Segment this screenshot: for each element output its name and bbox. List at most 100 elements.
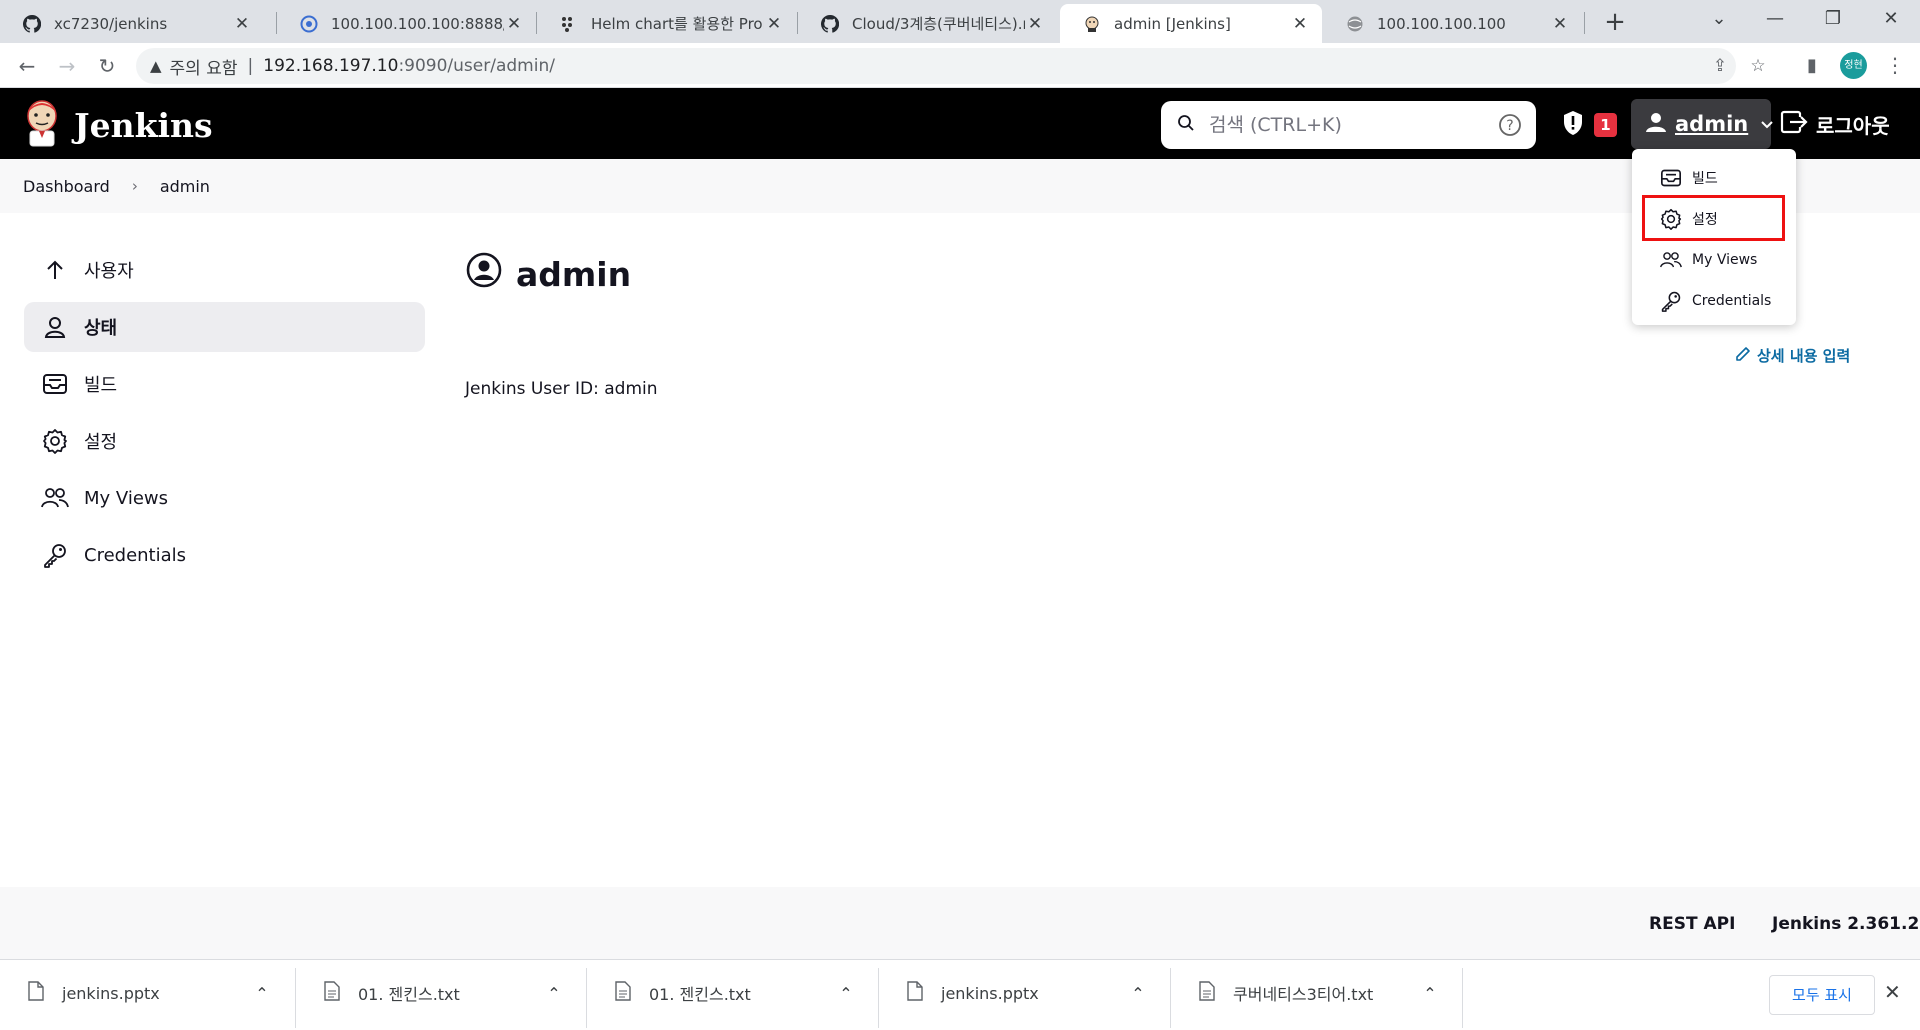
download-filename: jenkins.pptx [941, 983, 1039, 1003]
rest-api-link[interactable]: REST API [1649, 914, 1735, 934]
jenkins-header: Jenkins ? 1 admin 로그아웃 [0, 88, 1920, 159]
close-tab-icon[interactable]: ✕ [1025, 14, 1045, 34]
page-title: admin [466, 252, 631, 296]
sidebar-item-label: 상태 [84, 318, 118, 339]
bookmark-star-icon[interactable]: ☆ [1742, 48, 1774, 84]
user-menu-button[interactable]: admin [1631, 99, 1774, 149]
tab-search-icon[interactable]: ⌄ [1696, 0, 1742, 40]
inbox-icon [1660, 167, 1682, 189]
github-icon [820, 14, 840, 34]
profile-avatar[interactable]: 정현 [1840, 52, 1867, 79]
pencil-icon [1735, 346, 1751, 366]
download-filename: jenkins.pptx [62, 983, 160, 1003]
jenkins-version-link[interactable]: Jenkins 2.361.2 [1772, 914, 1919, 934]
search-help-icon[interactable]: ? [1498, 113, 1522, 141]
search-input[interactable] [1209, 114, 1479, 136]
chevron-up-icon[interactable]: ⌃ [542, 984, 566, 1003]
chevron-up-icon[interactable]: ⌃ [1418, 984, 1442, 1003]
side-panel-icon[interactable]: ▮ [1795, 49, 1829, 83]
download-item[interactable]: 쿠버네티스3티어.txt ⌃ [1171, 960, 1462, 1026]
browser-tab-active[interactable]: admin [Jenkins] ✕ [1060, 4, 1322, 43]
window-close-icon[interactable]: ✕ [1868, 0, 1914, 40]
sidebar-item-label: Credentials [84, 544, 187, 566]
chevron-up-icon[interactable]: ⌃ [834, 984, 858, 1003]
key-icon [40, 540, 70, 570]
sidebar-item-label: 빌드 [84, 375, 118, 396]
text-file-icon [615, 981, 631, 1005]
text-file-icon [324, 981, 340, 1005]
forward-icon[interactable]: → [50, 49, 84, 83]
sidebar-item-settings[interactable]: 설정 [24, 416, 425, 466]
show-all-downloads-button[interactable]: 모두 표시 [1769, 975, 1875, 1015]
close-download-shelf-icon[interactable]: ✕ [1884, 980, 1901, 1004]
share-icon[interactable]: ⇪ [1704, 48, 1736, 84]
restore-icon[interactable]: ❐ [1810, 0, 1856, 40]
menu-item-credentials[interactable]: Credentials [1632, 280, 1796, 321]
new-tab-button[interactable]: + [1598, 6, 1632, 40]
security-alert-button[interactable]: 1 [1562, 110, 1617, 140]
security-label[interactable]: 주의 요함 [170, 54, 238, 79]
search-icon [1177, 114, 1195, 136]
close-tab-icon[interactable]: ✕ [1550, 14, 1570, 34]
browser-tab-strip: xc7230/jenkins ✕ 100.100.100.100:8888/1_… [0, 0, 1920, 43]
download-item[interactable]: 01. 젠킨스.txt ⌃ [296, 960, 586, 1026]
edit-description-link[interactable]: 상세 내용 입력 [1735, 345, 1850, 366]
download-filename: 01. 젠킨스.txt [649, 985, 751, 1004]
user-name[interactable]: admin [1675, 112, 1748, 136]
logout-button[interactable]: 로그아웃 [1780, 110, 1890, 139]
chevron-down-icon[interactable] [1760, 115, 1774, 134]
user-dropdown-menu: 빌드 설정 My Views Credentials [1632, 149, 1796, 325]
sidebar-item-builds[interactable]: 빌드 [24, 359, 425, 409]
tab-title: xc7230/jenkins [54, 14, 168, 33]
breadcrumb-admin[interactable]: admin [160, 177, 210, 196]
close-tab-icon[interactable]: ✕ [232, 14, 252, 34]
download-item[interactable]: jenkins.pptx ⌃ [0, 960, 294, 1026]
browser-tab[interactable]: Cloud/3계층(쿠버네티스).m ✕ [798, 4, 1057, 43]
sidebar-item-label: 설정 [84, 432, 118, 453]
download-item[interactable]: 01. 젠킨스.txt ⌃ [587, 960, 878, 1026]
close-tab-icon[interactable]: ✕ [1290, 14, 1310, 34]
browser-menu-icon[interactable]: ⋮ [1880, 50, 1910, 80]
sidebar-item-label: 사용자 [84, 261, 134, 282]
close-tab-icon[interactable]: ✕ [764, 14, 784, 34]
sidebar-item-users[interactable]: 사용자 [24, 245, 425, 295]
shield-alert-icon [1562, 110, 1584, 140]
menu-item-label: Credentials [1692, 292, 1772, 309]
user-icon [1645, 111, 1667, 137]
address-bar[interactable]: ▲ 주의 요함 | 192.168.197.10 :9090/user/admi… [136, 48, 1766, 84]
globe-icon [1345, 14, 1365, 34]
minimize-icon[interactable]: — [1752, 0, 1798, 40]
search-box[interactable]: ? [1161, 101, 1536, 149]
logout-label: 로그아웃 [1816, 114, 1890, 138]
breadcrumb-dashboard[interactable]: Dashboard [23, 177, 110, 196]
menu-item-builds[interactable]: 빌드 [1632, 157, 1796, 198]
reload-icon[interactable]: ↻ [90, 49, 124, 83]
sidebar-item-credentials[interactable]: Credentials [24, 530, 425, 580]
tab-title: Cloud/3계층(쿠버네티스).m [852, 15, 1025, 33]
tab-title: Helm chart를 활용한 Prom [591, 15, 764, 33]
download-item[interactable]: jenkins.pptx ⌃ [879, 960, 1170, 1026]
sidebar-item-status[interactable]: 상태 [24, 302, 425, 352]
chevron-up-icon[interactable]: ⌃ [1126, 984, 1150, 1003]
menu-item-label: 빌드 [1692, 170, 1718, 187]
browser-tab[interactable]: xc7230/jenkins ✕ [0, 4, 264, 43]
warning-icon[interactable]: ▲ [150, 57, 162, 75]
circle-logo-icon [299, 14, 319, 34]
page-title-text: admin [516, 254, 632, 294]
user-circle-icon [466, 252, 502, 296]
browser-tab[interactable]: 100.100.100.100:8888/1_dc ✕ [277, 4, 536, 43]
people-icon [1660, 249, 1682, 271]
side-panel: 사용자 상태 빌드 설정 My Views Credentials [24, 245, 425, 587]
sidebar-item-my-views[interactable]: My Views [24, 473, 425, 523]
back-icon[interactable]: ← [10, 49, 44, 83]
menu-item-my-views[interactable]: My Views [1632, 239, 1796, 280]
jenkins-home-link[interactable]: Jenkins [22, 98, 213, 152]
browser-tab[interactable]: 100.100.100.100 ✕ [1323, 4, 1582, 43]
browser-tab[interactable]: Helm chart를 활용한 Prom ✕ [537, 4, 796, 43]
jenkins-footer: REST API Jenkins 2.361.2 [0, 887, 1920, 959]
chevron-up-icon[interactable]: ⌃ [250, 984, 274, 1003]
close-tab-icon[interactable]: ✕ [504, 14, 524, 34]
user-id-text: Jenkins User ID: admin [465, 379, 658, 399]
gear-icon [40, 426, 70, 456]
download-divider [1462, 968, 1463, 1028]
